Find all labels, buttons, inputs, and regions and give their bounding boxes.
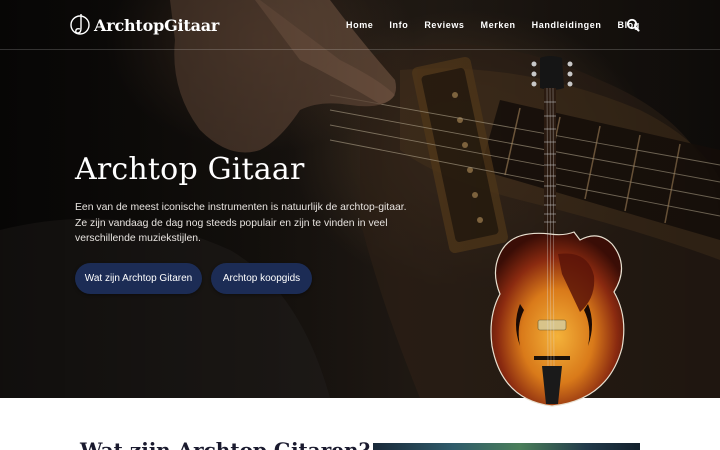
hero-description: Een van de meest iconische instrumenten … xyxy=(75,200,407,247)
main-nav: Home Info Reviews Merken Handleidingen B… xyxy=(346,0,656,50)
what-are-archtop-button[interactable]: Wat zijn Archtop Gitaren xyxy=(75,263,202,294)
nav-home[interactable]: Home xyxy=(346,20,373,30)
hero-description-line: verschillende muziekstijlen. xyxy=(75,233,201,244)
archtop-guitar-image xyxy=(490,56,625,407)
nav-reviews[interactable]: Reviews xyxy=(424,20,464,30)
hero-title: Archtop Gitaar xyxy=(75,152,305,187)
guitar-logo-icon xyxy=(70,14,90,35)
nav-info[interactable]: Info xyxy=(389,20,408,30)
buying-guide-button[interactable]: Archtop koopgids xyxy=(211,263,312,294)
nav-merken[interactable]: Merken xyxy=(481,20,516,30)
section-heading: Wat zijn Archtop Gitaren? xyxy=(80,438,371,450)
site-logo[interactable]: ArchtopGitaar xyxy=(70,11,219,39)
search-icon[interactable] xyxy=(626,18,640,32)
hero-description-line: Een van de meest iconische instrumenten … xyxy=(75,202,407,213)
nav-handleidingen[interactable]: Handleidingen xyxy=(532,20,602,30)
hero-description-line: Ze zijn vandaag de dag nog steeds popula… xyxy=(75,217,388,229)
site-header: ArchtopGitaar Home Info Reviews Merken H… xyxy=(0,0,720,50)
section-image xyxy=(373,443,640,450)
logo-text: ArchtopGitaar xyxy=(94,15,220,35)
